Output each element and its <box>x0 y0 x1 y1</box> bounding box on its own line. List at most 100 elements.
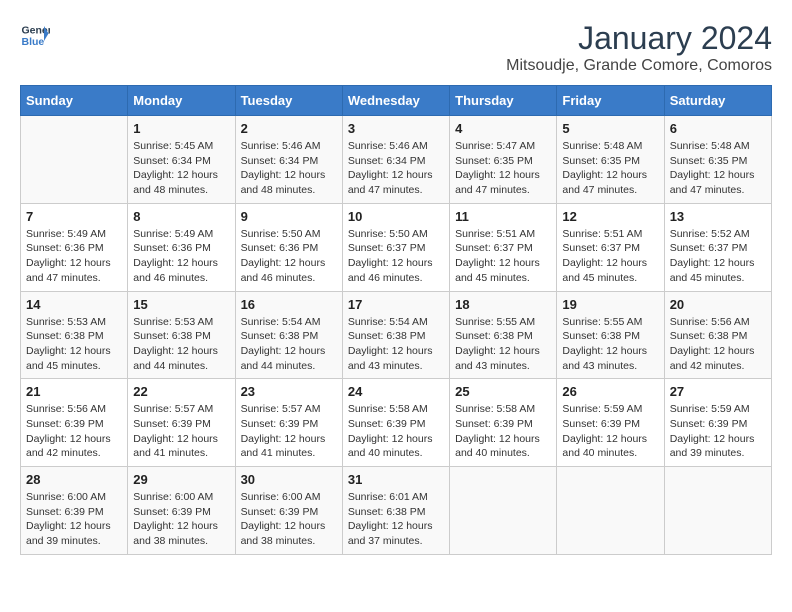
day-info: Sunrise: 5:48 AMSunset: 6:35 PMDaylight:… <box>670 139 766 198</box>
location: Mitsoudje, Grande Comore, Comoros <box>506 57 772 75</box>
calendar-cell: 16Sunrise: 5:54 AMSunset: 6:38 PMDayligh… <box>235 291 342 379</box>
calendar-table: SundayMondayTuesdayWednesdayThursdayFrid… <box>20 85 772 555</box>
calendar-cell <box>664 467 771 555</box>
day-info: Sunrise: 6:00 AMSunset: 6:39 PMDaylight:… <box>241 490 337 549</box>
day-info: Sunrise: 5:58 AMSunset: 6:39 PMDaylight:… <box>348 402 444 461</box>
day-header-saturday: Saturday <box>664 86 771 116</box>
day-info: Sunrise: 5:50 AMSunset: 6:36 PMDaylight:… <box>241 227 337 286</box>
calendar-cell <box>450 467 557 555</box>
day-number: 27 <box>670 384 766 399</box>
calendar-cell: 10 Sunrise: 5:50 AMSunset: 6:37 PMDayligh… <box>342 203 449 291</box>
calendar-cell <box>557 467 664 555</box>
day-info: Sunrise: 5:47 AMSunset: 6:35 PMDaylight:… <box>455 139 551 198</box>
calendar-cell: 1 Sunrise: 5:45 AMSunset: 6:34 PMDaylight… <box>128 116 235 204</box>
day-number: 20 <box>670 297 766 312</box>
day-header-monday: Monday <box>128 86 235 116</box>
calendar-cell: 18Sunrise: 5:55 AMSunset: 6:38 PMDayligh… <box>450 291 557 379</box>
day-number: 17 <box>348 297 444 312</box>
day-info: Sunrise: 5:59 AMSunset: 6:39 PMDaylight:… <box>670 402 766 461</box>
calendar-cell: 23 Sunrise: 5:57 AMSunset: 6:39 PMDayligh… <box>235 379 342 467</box>
week-row-4: 21 Sunrise: 5:56 AMSunset: 6:39 PMDayligh… <box>21 379 772 467</box>
day-info: Sunrise: 5:55 AMSunset: 6:38 PMDaylight:… <box>455 315 551 374</box>
calendar-cell: 3Sunrise: 5:46 AMSunset: 6:34 PMDaylight… <box>342 116 449 204</box>
calendar-body: 1 Sunrise: 5:45 AMSunset: 6:34 PMDaylight… <box>21 116 772 555</box>
day-number: 25 <box>455 384 551 399</box>
calendar-cell: 28Sunrise: 6:00 AMSunset: 6:39 PMDayligh… <box>21 467 128 555</box>
day-number: 29 <box>133 472 229 487</box>
svg-text:Blue: Blue <box>22 36 45 48</box>
calendar-header-row: SundayMondayTuesdayWednesdayThursdayFrid… <box>21 86 772 116</box>
calendar-cell: 22 Sunrise: 5:57 AMSunset: 6:39 PMDayligh… <box>128 379 235 467</box>
day-info: Sunrise: 5:53 AMSunset: 6:38 PMDaylight:… <box>133 315 229 374</box>
day-number: 26 <box>562 384 658 399</box>
day-info: Sunrise: 5:56 AMSunset: 6:39 PMDaylight:… <box>26 402 122 461</box>
day-number: 8 <box>133 209 229 224</box>
calendar-cell: 19 Sunrise: 5:55 AMSunset: 6:38 PMDayligh… <box>557 291 664 379</box>
calendar-cell: 9 Sunrise: 5:50 AMSunset: 6:36 PMDaylight… <box>235 203 342 291</box>
calendar-cell: 31 Sunrise: 6:01 AMSunset: 6:38 PMDayligh… <box>342 467 449 555</box>
logo: General Blue <box>20 20 50 50</box>
day-info: Sunrise: 5:51 AMSunset: 6:37 PMDaylight:… <box>562 227 658 286</box>
calendar-cell: 7Sunrise: 5:49 AMSunset: 6:36 PMDaylight… <box>21 203 128 291</box>
day-info: Sunrise: 6:01 AMSunset: 6:38 PMDaylight:… <box>348 490 444 549</box>
calendar-cell <box>21 116 128 204</box>
calendar-cell: 21 Sunrise: 5:56 AMSunset: 6:39 PMDayligh… <box>21 379 128 467</box>
day-info: Sunrise: 5:48 AMSunset: 6:35 PMDaylight:… <box>562 139 658 198</box>
day-info: Sunrise: 5:54 AMSunset: 6:38 PMDaylight:… <box>241 315 337 374</box>
calendar-cell: 20Sunrise: 5:56 AMSunset: 6:38 PMDayligh… <box>664 291 771 379</box>
day-info: Sunrise: 5:59 AMSunset: 6:39 PMDaylight:… <box>562 402 658 461</box>
title-section: January 2024 Mitsoudje, Grande Comore, C… <box>506 20 772 75</box>
calendar-cell: 25Sunrise: 5:58 AMSunset: 6:39 PMDayligh… <box>450 379 557 467</box>
calendar-cell: 17 Sunrise: 5:54 AMSunset: 6:38 PMDayligh… <box>342 291 449 379</box>
day-number: 31 <box>348 472 444 487</box>
day-info: Sunrise: 5:52 AMSunset: 6:37 PMDaylight:… <box>670 227 766 286</box>
calendar-cell: 13 Sunrise: 5:52 AMSunset: 6:37 PMDayligh… <box>664 203 771 291</box>
day-number: 23 <box>241 384 337 399</box>
day-number: 30 <box>241 472 337 487</box>
calendar-cell: 6Sunrise: 5:48 AMSunset: 6:35 PMDaylight… <box>664 116 771 204</box>
day-info: Sunrise: 5:55 AMSunset: 6:38 PMDaylight:… <box>562 315 658 374</box>
logo-icon: General Blue <box>20 20 50 50</box>
day-number: 9 <box>241 209 337 224</box>
header: General Blue January 2024 Mitsoudje, Gra… <box>20 20 772 75</box>
calendar-cell: 29Sunrise: 6:00 AMSunset: 6:39 PMDayligh… <box>128 467 235 555</box>
day-number: 12 <box>562 209 658 224</box>
day-number: 3 <box>348 121 444 136</box>
day-header-tuesday: Tuesday <box>235 86 342 116</box>
day-number: 5 <box>562 121 658 136</box>
calendar-cell: 4Sunrise: 5:47 AMSunset: 6:35 PMDaylight… <box>450 116 557 204</box>
day-number: 7 <box>26 209 122 224</box>
day-header-sunday: Sunday <box>21 86 128 116</box>
calendar-cell: 8 Sunrise: 5:49 AMSunset: 6:36 PMDaylight… <box>128 203 235 291</box>
day-number: 22 <box>133 384 229 399</box>
week-row-3: 14Sunrise: 5:53 AMSunset: 6:38 PMDayligh… <box>21 291 772 379</box>
day-info: Sunrise: 5:53 AMSunset: 6:38 PMDaylight:… <box>26 315 122 374</box>
day-header-friday: Friday <box>557 86 664 116</box>
calendar-cell: 30 Sunrise: 6:00 AMSunset: 6:39 PMDayligh… <box>235 467 342 555</box>
calendar-cell: 11 Sunrise: 5:51 AMSunset: 6:37 PMDayligh… <box>450 203 557 291</box>
calendar-cell: 14Sunrise: 5:53 AMSunset: 6:38 PMDayligh… <box>21 291 128 379</box>
day-number: 2 <box>241 121 337 136</box>
day-number: 13 <box>670 209 766 224</box>
day-info: Sunrise: 5:57 AMSunset: 6:39 PMDaylight:… <box>241 402 337 461</box>
week-row-1: 1 Sunrise: 5:45 AMSunset: 6:34 PMDaylight… <box>21 116 772 204</box>
week-row-2: 7 Sunrise: 5:49 AMSunset: 6:36 PMDaylight… <box>21 203 772 291</box>
day-number: 19 <box>562 297 658 312</box>
day-number: 11 <box>455 209 551 224</box>
day-info: Sunrise: 5:54 AMSunset: 6:38 PMDaylight:… <box>348 315 444 374</box>
day-info: Sunrise: 5:51 AMSunset: 6:37 PMDaylight:… <box>455 227 551 286</box>
day-number: 1 <box>133 121 229 136</box>
day-header-thursday: Thursday <box>450 86 557 116</box>
day-info: Sunrise: 5:49 AMSunset: 6:36 PMDaylight:… <box>133 227 229 286</box>
week-row-5: 28Sunrise: 6:00 AMSunset: 6:39 PMDayligh… <box>21 467 772 555</box>
day-info: Sunrise: 5:57 AMSunset: 6:39 PMDaylight:… <box>133 402 229 461</box>
calendar-cell: 5 Sunrise: 5:48 AMSunset: 6:35 PMDaylight… <box>557 116 664 204</box>
day-header-wednesday: Wednesday <box>342 86 449 116</box>
calendar-cell: 12 Sunrise: 5:51 AMSunset: 6:37 PMDayligh… <box>557 203 664 291</box>
day-number: 10 <box>348 209 444 224</box>
day-number: 21 <box>26 384 122 399</box>
day-info: Sunrise: 5:45 AMSunset: 6:34 PMDaylight:… <box>133 139 229 198</box>
calendar-cell: 24Sunrise: 5:58 AMSunset: 6:39 PMDayligh… <box>342 379 449 467</box>
calendar-cell: 26 Sunrise: 5:59 AMSunset: 6:39 PMDayligh… <box>557 379 664 467</box>
day-info: Sunrise: 5:50 AMSunset: 6:37 PMDaylight:… <box>348 227 444 286</box>
